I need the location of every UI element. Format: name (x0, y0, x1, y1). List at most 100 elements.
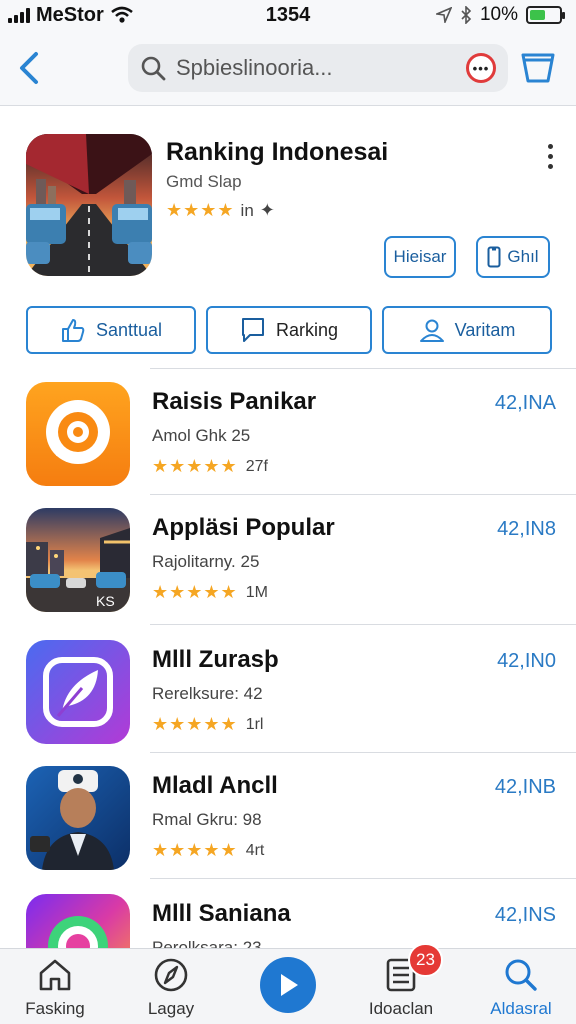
play-button[interactable] (260, 957, 316, 1013)
app-rating: ★★★★★ 27f (152, 456, 268, 477)
list-item[interactable]: KS Appläsi Popular Rajolitarny. 25 ★★★★★… (0, 496, 576, 622)
rating-count: 1M (245, 583, 268, 601)
featured-button-2-label: Ghıl (507, 247, 539, 266)
play-icon (281, 974, 298, 996)
rating-count: 4rt (245, 841, 265, 859)
status-time: 1354 (265, 3, 311, 26)
nav-idoaclan[interactable]: Idoaclan 23 (346, 943, 456, 1019)
app-icon (26, 894, 130, 948)
app-price[interactable]: 42,INS (495, 904, 556, 927)
app-rating: ★★★★★ 1rl (152, 714, 263, 735)
chevron-left-icon (20, 51, 38, 84)
camera-app-icon (26, 894, 130, 948)
app-desc: Perolksara: 23 (152, 938, 262, 948)
app-name: Raisis Panikar (152, 388, 317, 415)
person-icon (419, 319, 444, 342)
status-bar: MeStor 1354 10% (0, 0, 576, 30)
nav-lagay[interactable]: Lagay (116, 955, 226, 1019)
featured-button-1[interactable]: Hieisar (384, 236, 456, 278)
app-price[interactable]: 42,INB (495, 776, 556, 799)
featured-button-2[interactable]: Ghıl (476, 236, 550, 278)
app-name: Mlll Zurasþ (152, 646, 279, 673)
divider (150, 368, 576, 369)
search-icon (505, 959, 537, 991)
nav-aldasral[interactable]: Aldasral (466, 955, 576, 1019)
list-item[interactable]: Raisis Panikar Amol Ghk 25 ★★★★★ 27f 42,… (0, 370, 576, 496)
list-item[interactable]: Mladl Ancll Rmal Gkru: 98 ★★★★★ 4rt 42,I… (0, 754, 576, 880)
app-rating: ★★★★★ 1M (152, 582, 268, 603)
status-left: MeStor (8, 4, 134, 27)
featured-app: Ranking Indonesai Gmd Slap ★★★★ in ✦ Hie… (0, 106, 576, 296)
phone-icon (487, 246, 501, 268)
compass-icon (154, 958, 188, 992)
nav-label: Fasking (25, 999, 85, 1018)
app-desc: Rajolitarny. 25 (152, 552, 260, 571)
app-price[interactable]: 42,INA (495, 392, 556, 415)
app-icon (26, 382, 130, 486)
star-rating-icon: ★★★★ (166, 200, 235, 220)
battery-percent: 10% (479, 4, 518, 25)
tab-rarking[interactable]: Rarking (206, 306, 372, 354)
app-name: Mlll Saniana (152, 900, 291, 927)
rating-text: in (240, 200, 254, 220)
chat-app-icon (26, 382, 130, 486)
bluetooth-icon (461, 6, 472, 24)
app-price[interactable]: 42,IN8 (497, 518, 556, 541)
search-header: Spbieslinooria... ••• (0, 30, 576, 106)
icon-watermark-text: KS (96, 593, 115, 609)
divider (150, 752, 576, 753)
more-options-button[interactable] (546, 144, 554, 169)
nav-fasking[interactable]: Fasking (0, 955, 110, 1019)
sparkle-icon: ✦ (259, 200, 275, 220)
rating-count: 27f (245, 457, 268, 475)
app-name: Appläsi Popular (152, 514, 335, 541)
featured-app-title: Ranking Indonesai (166, 138, 389, 166)
list-item[interactable]: Mlll Saniana Perolksara: 23 42,INS (0, 882, 576, 948)
featured-button-1-label: Hieisar (393, 247, 447, 266)
nav-label: Lagay (147, 999, 195, 1018)
featured-rating: ★★★★ in ✦ (166, 200, 275, 221)
search-bar[interactable]: Spbieslinooria... ••• (128, 44, 508, 92)
divider (150, 494, 576, 495)
star-rating-icon: ★★★★★ (152, 714, 238, 734)
tab-label: Rarking (275, 319, 339, 340)
search-icon (141, 56, 166, 81)
nav-label: Aldasral (490, 999, 552, 1018)
app-icon (26, 640, 130, 744)
wifi-icon (110, 6, 133, 23)
status-right: 10% (435, 4, 565, 26)
app-desc: Rerelksure: 42 (152, 684, 263, 703)
signal-icon (8, 7, 30, 23)
featured-app-subtitle: Gmd Slap (166, 172, 242, 191)
star-rating-icon: ★★★★★ (152, 582, 238, 602)
location-icon (435, 7, 452, 23)
app-icon: KS (26, 508, 130, 612)
back-button[interactable] (18, 48, 48, 88)
chat-bubble-icon (241, 318, 264, 342)
rating-count: 1rl (245, 715, 264, 733)
portrait-image (26, 766, 130, 870)
featured-app-icon[interactable] (26, 134, 152, 276)
divider (150, 624, 576, 625)
voice-search-button[interactable]: ••• (466, 53, 496, 83)
battery-icon (526, 6, 565, 24)
app-desc: Rmal Gkru: 98 (152, 810, 262, 829)
road-scene-image (26, 134, 152, 276)
list-item[interactable]: Mlll Zurasþ Rerelksure: 42 ★★★★★ 1rl 42,… (0, 628, 576, 754)
star-rating-icon: ★★★★★ (152, 456, 238, 476)
divider (150, 878, 576, 879)
notification-badge: 23 (408, 943, 443, 977)
carrier-label: MeStor (36, 3, 104, 26)
app-desc: Amol Ghk 25 (152, 426, 251, 445)
app-rating: ★★★★★ 4rt (152, 840, 264, 861)
tab-varitam[interactable]: Varitam (382, 306, 552, 354)
tab-santtual[interactable]: Santtual (26, 306, 196, 354)
city-street-image: KS (26, 508, 130, 612)
app-price[interactable]: 42,IN0 (497, 650, 556, 673)
dots-icon: ••• (472, 60, 490, 76)
search-input[interactable]: Spbieslinooria... (176, 55, 466, 81)
app-name: Mladl Ancll (152, 772, 278, 799)
thumbs-up-icon (61, 319, 85, 342)
nav-label: Idoaclan (368, 999, 434, 1018)
cart-icon[interactable] (520, 50, 556, 86)
